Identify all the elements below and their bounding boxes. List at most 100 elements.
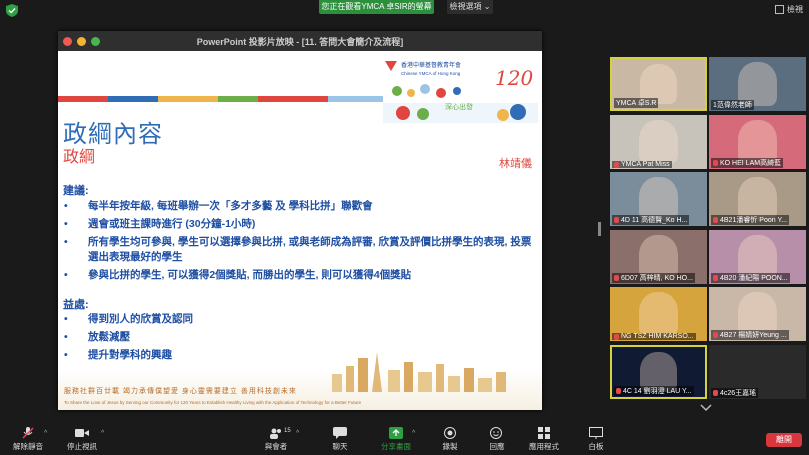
slide-author: 林靖儀 — [499, 158, 532, 170]
security-shield-icon[interactable] — [6, 4, 18, 17]
footer-motto-en: To Share the Love of Jesus by Serving ou… — [64, 400, 362, 405]
record-label: 錄製 — [442, 442, 458, 451]
color-stripes — [58, 96, 386, 102]
chevron-down-icon: ⌄ — [483, 2, 491, 11]
shared-screen-window: PowerPoint 投影片放映 - [11. 答問大會簡介及流程] 香港中華基… — [58, 31, 542, 410]
participant-name: 4B27 楊婧妍Yeung ... — [720, 332, 787, 339]
microphone-muted-icon — [614, 333, 619, 340]
grid-view-icon — [775, 5, 784, 14]
chat-button[interactable]: 聊天 — [328, 427, 352, 452]
city-skyline-graphic — [332, 352, 506, 392]
participant-name: 4c26王嘉瑤 — [720, 390, 757, 397]
participant-tile[interactable]: 4B20 潘紀陽 POON... — [709, 230, 806, 284]
participant-name-label: YMCA Pat Miss — [612, 161, 672, 168]
microphone-muted-icon — [614, 161, 619, 168]
participant-name-label: 6D07 高梓晴, KO HO... — [612, 273, 695, 283]
reactions-button[interactable]: 回應 — [485, 427, 509, 452]
ppt-window-titlebar: PowerPoint 投影片放映 - [11. 答問大會簡介及流程] — [58, 31, 542, 51]
slide-subtitle: 政綱 — [63, 147, 96, 166]
participant-name-label: 4B20 潘紀陽 POON... — [711, 273, 790, 283]
top-bar: 您正在觀看YMCA 卓SIR的螢幕 檢視選項 ⌄ 檢視 — [0, 0, 809, 22]
record-button[interactable]: 錄製 — [438, 427, 462, 452]
view-button-label: 檢視 — [787, 5, 803, 14]
viewing-share-banner: 您正在觀看YMCA 卓SIR的螢幕 — [319, 0, 434, 14]
participant-name-label: 4D 11 高德賢_Ko H... — [612, 215, 690, 225]
participant-name: NG TSZ HIM KARSO... — [621, 333, 694, 340]
reactions-label: 回應 — [489, 442, 505, 451]
participant-tile[interactable]: KO HEI LAM高綺藍 — [709, 115, 806, 169]
leave-meeting-button[interactable]: 離開 — [766, 433, 802, 447]
participant-name: YMCA 卓S.R — [616, 100, 657, 107]
participant-name-label: 4c26王嘉瑤 — [711, 388, 759, 398]
participant-name: 4D 11 高德賢_Ko H... — [621, 217, 688, 224]
participant-name: 6D07 高梓晴, KO HO... — [621, 275, 693, 282]
list-item: 參與比拼的學生, 可以獲得2個獎貼, 而勝出的學生, 則可以獲得4個獎貼 — [64, 268, 534, 283]
smiley-plus-icon — [490, 427, 502, 439]
record-icon — [444, 427, 456, 439]
apps-label: 應用程式 — [529, 442, 559, 451]
video-options-caret-icon[interactable]: ^ — [101, 430, 104, 437]
unmute-button[interactable]: 解除靜音 — [10, 427, 46, 452]
ymca-120-logo: 香港中華基督教青年會 Chinese YMCA of Hong Kong 120… — [383, 57, 538, 123]
audio-options-caret-icon[interactable]: ^ — [44, 430, 47, 437]
microphone-muted-icon — [713, 217, 718, 223]
participant-tile[interactable]: 1范偉然老師 — [709, 57, 806, 111]
share-screen-button[interactable]: 分享畫面 — [378, 427, 414, 452]
footer-motto-cn: 服務社群百廿載 竭力承傳僕望愛 身心靈需要建立 善用科技創未來 — [64, 388, 297, 395]
chevron-down-icon[interactable] — [700, 404, 712, 415]
participant-tile[interactable]: 4B27 楊婧妍Yeung ... — [709, 287, 806, 341]
microphone-muted-icon — [616, 388, 621, 394]
participant-tile[interactable]: YMCA Pat Miss — [610, 115, 707, 169]
logo-org-text: 香港中華基督教青年會 — [401, 61, 461, 69]
ppt-window-title: PowerPoint 投影片放映 - [11. 答問大會簡介及流程] — [196, 36, 404, 47]
participant-tile[interactable]: 4D 11 高德賢_Ko H... — [610, 172, 707, 226]
participant-name: 4C 14 劉羽澄 LAU Y... — [623, 388, 692, 395]
participant-tile[interactable]: YMCA 卓S.R — [610, 57, 707, 111]
participant-name-label: 4B27 楊婧妍Yeung ... — [711, 330, 789, 340]
participant-name-label: KO HEI LAM高綺藍 — [711, 158, 784, 168]
view-button[interactable]: 檢視 — [775, 4, 803, 15]
share-screen-label: 分享畫面 — [381, 442, 411, 451]
apps-button[interactable]: 應用程式 — [526, 427, 562, 452]
whiteboard-icon — [589, 427, 603, 439]
participant-name: YMCA Pat Miss — [621, 161, 670, 168]
whiteboard-label: 白板 — [588, 442, 604, 451]
microphone-muted-icon — [614, 217, 619, 223]
participant-tile[interactable]: 4C 14 劉羽澄 LAU Y... — [610, 345, 707, 399]
suggestions-list: 每半年按年級, 每班舉辦一次「多才多藝 及 學科比拼」聯歡會 週會或班主課時進行… — [64, 199, 534, 286]
meeting-toolbar: 解除靜音 ^ 停止視訊 ^ 與會者 15 ^ 聊天 分享畫面 ^ 錄製 回應 應… — [0, 424, 809, 455]
participant-name-label: 4B21潘睿忻 Poon Y... — [711, 215, 790, 225]
participants-icon — [270, 428, 281, 439]
participant-tile[interactable]: 6D07 高梓晴, KO HO... — [610, 230, 707, 284]
chat-label: 聊天 — [332, 442, 348, 451]
stop-video-label: 停止視訊 — [67, 442, 97, 451]
participant-tile[interactable]: NG TSZ HIM KARSO... — [610, 287, 707, 341]
apps-grid-icon — [538, 427, 550, 439]
list-item: 所有學生均可參與, 學生可以選擇參與比拼, 或與老師成為評審, 欣賞及評價比拼學… — [64, 235, 534, 265]
logo-tag-text: 深心出發 — [445, 102, 473, 111]
list-item: 得到別人的欣賞及認同 — [64, 312, 534, 327]
stop-video-button[interactable]: 停止視訊 — [62, 427, 102, 452]
microphone-muted-icon — [713, 160, 718, 166]
participant-name: 4B21潘睿忻 Poon Y... — [720, 217, 788, 224]
microphone-muted-icon — [22, 427, 34, 439]
participant-tile[interactable]: 4B21潘睿忻 Poon Y... — [709, 172, 806, 226]
slide: 香港中華基督教青年會 Chinese YMCA of Hong Kong 120… — [58, 51, 542, 410]
chat-bubble-icon — [333, 427, 347, 439]
microphone-muted-icon — [614, 275, 619, 281]
slide-footer: 服務社群百廿載 竭力承傳僕望愛 身心靈需要建立 善用科技創未來 To Share… — [58, 352, 542, 410]
unmute-label: 解除靜音 — [13, 442, 43, 451]
participant-tile[interactable]: 4c26王嘉瑤 — [709, 345, 806, 399]
section-header-suggestions: 建議: — [63, 185, 89, 197]
whiteboard-button[interactable]: 白板 — [584, 427, 608, 452]
participants-label: 與會者 — [264, 442, 288, 451]
participant-video — [639, 120, 678, 164]
microphone-muted-icon — [713, 275, 718, 281]
share-options-caret-icon[interactable]: ^ — [412, 430, 415, 437]
list-item: 放鬆減壓 — [64, 330, 534, 345]
participant-name-label: YMCA 卓S.R — [614, 98, 659, 108]
participants-caret-icon[interactable]: ^ — [296, 430, 299, 437]
share-screen-icon — [389, 427, 403, 439]
view-options-button[interactable]: 檢視選項 ⌄ — [447, 0, 493, 14]
panel-resize-handle[interactable] — [598, 222, 601, 236]
